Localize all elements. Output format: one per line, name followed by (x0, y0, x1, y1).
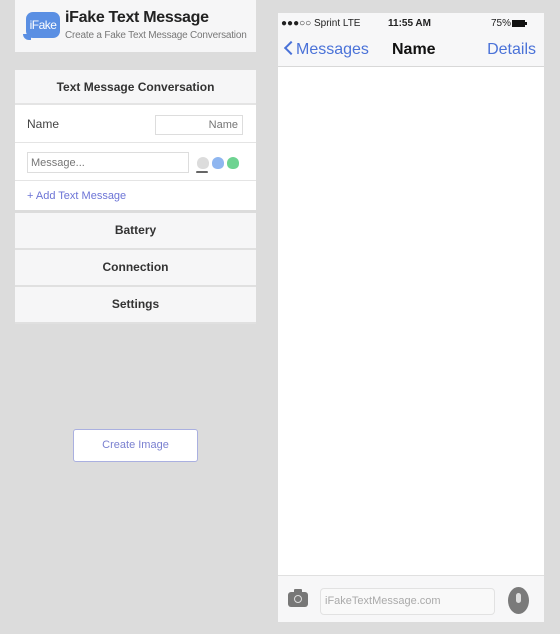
phone-preview: ●●●○○ Sprint LTE 11:55 AM 75% Messages N… (278, 13, 544, 622)
section-battery[interactable]: Battery (15, 213, 256, 250)
app-subtitle: Create a Fake Text Message Conversation (65, 30, 247, 41)
section-connection[interactable]: Connection (15, 250, 256, 287)
green-bubble-icon[interactable] (227, 157, 239, 169)
name-row: Name (15, 105, 256, 143)
selected-indicator (196, 171, 208, 173)
editor-panel: iFake iFake Text Message Create a Fake T… (15, 0, 256, 324)
nav-bar: Messages Name Details (278, 35, 544, 67)
name-label: Name (27, 117, 60, 131)
add-text-message-link[interactable]: + Add Text Message (15, 181, 256, 213)
message-input-bar: iFakeTextMessage.com (278, 575, 544, 622)
conversation-heading[interactable]: Text Message Conversation (15, 70, 256, 105)
section-settings[interactable]: Settings (15, 287, 256, 324)
app-logo: iFake (23, 12, 60, 40)
app-title: iFake Text Message (65, 9, 209, 26)
status-time: 11:55 AM (388, 18, 431, 29)
phone-text-field[interactable]: iFakeTextMessage.com (320, 588, 495, 615)
camera-icon[interactable] (288, 589, 308, 607)
message-input[interactable] (27, 152, 189, 173)
details-button[interactable]: Details (487, 41, 536, 59)
name-input[interactable] (155, 115, 243, 135)
blue-bubble-icon[interactable] (212, 157, 224, 169)
create-image-button[interactable]: Create Image (73, 429, 198, 462)
message-row (15, 143, 256, 181)
microphone-icon[interactable] (508, 587, 529, 614)
back-button[interactable]: Messages (283, 40, 369, 59)
app-header: iFake iFake Text Message Create a Fake T… (15, 0, 256, 52)
battery-icon (512, 20, 527, 27)
battery-percent: 75% (491, 18, 512, 29)
contact-name: Name (392, 41, 436, 58)
gray-bubble-icon[interactable] (197, 157, 209, 169)
back-label: Messages (296, 41, 369, 58)
status-bar: ●●●○○ Sprint LTE 11:55 AM 75% (278, 13, 544, 35)
conversation-area (278, 68, 544, 575)
carrier-signal: ●●●○○ Sprint LTE (281, 18, 361, 29)
